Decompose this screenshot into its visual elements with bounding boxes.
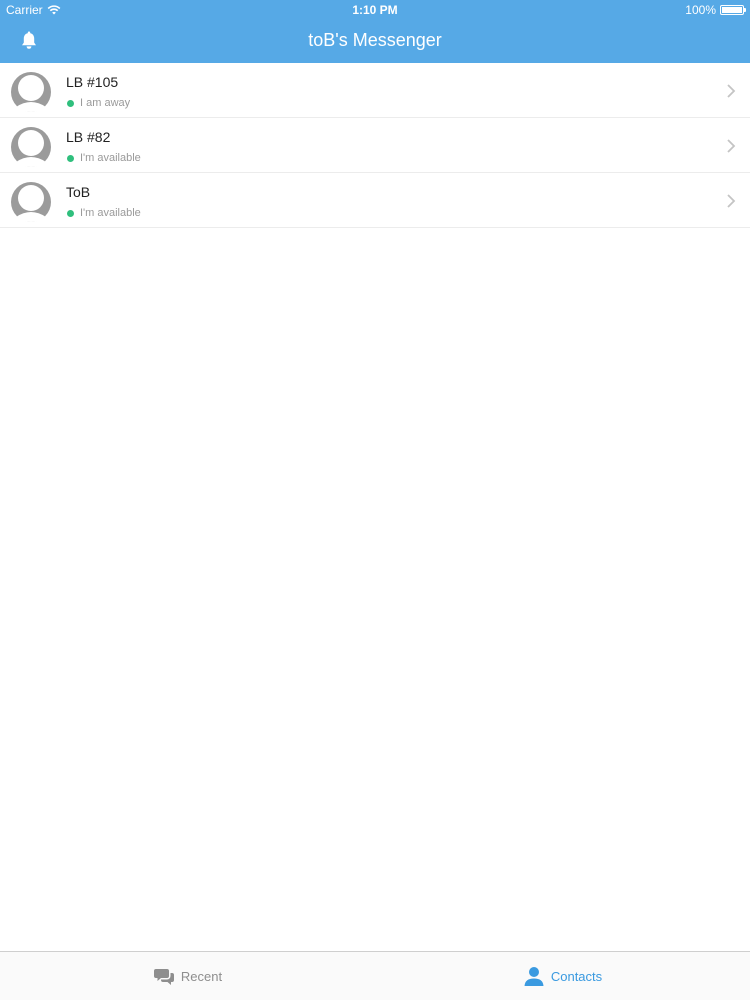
status-text: I'm available	[80, 207, 141, 219]
status-text: I am away	[80, 97, 131, 109]
avatar-icon	[11, 72, 51, 112]
avatar-icon	[11, 182, 51, 222]
status-text: I'm available	[80, 152, 141, 164]
status-dot-icon	[67, 154, 74, 162]
contact-row[interactable]: LB #105 I am away	[0, 63, 750, 118]
tab-recent-label: Recent	[180, 968, 223, 984]
tab-contacts[interactable]: Contacts	[375, 952, 750, 1000]
tab-contacts-label: Contacts	[550, 968, 603, 984]
contact-status: I'm available	[67, 207, 141, 219]
contact-name: ToB	[66, 184, 91, 200]
person-icon	[524, 967, 544, 986]
nav-bar: toB's Messenger	[0, 20, 750, 63]
messenger-screen: Carrier 1:10 PM 100% toB's Messenger LB …	[0, 0, 750, 1000]
page-title: toB's Messenger	[308, 30, 442, 50]
contact-name: LB #82	[66, 129, 111, 145]
contact-row[interactable]: ToB I'm available	[0, 173, 750, 228]
avatar-icon	[11, 127, 51, 167]
chevron-right-icon	[727, 84, 736, 98]
status-dot-icon	[67, 99, 74, 107]
status-time: 1:10 PM	[352, 3, 398, 17]
contact-row[interactable]: LB #82 I'm available	[0, 118, 750, 173]
chevron-right-icon	[727, 139, 736, 153]
battery-icon	[720, 5, 746, 15]
contact-status: I am away	[67, 97, 130, 109]
chevron-right-icon	[727, 194, 736, 208]
battery-percent: 100%	[685, 3, 716, 17]
status-dot-icon	[67, 209, 74, 217]
contact-status: I'm available	[67, 152, 141, 164]
status-bar: Carrier 1:10 PM 100%	[0, 0, 750, 20]
tab-recent[interactable]: Recent	[0, 952, 375, 1000]
chat-bubbles-icon	[153, 969, 174, 985]
contact-name: LB #105	[66, 74, 119, 90]
tab-bar: Recent Contacts	[0, 951, 750, 1000]
status-right: 100%	[685, 3, 746, 17]
contacts-list: LB #105 I am away LB #82 I'm available T…	[0, 63, 750, 228]
